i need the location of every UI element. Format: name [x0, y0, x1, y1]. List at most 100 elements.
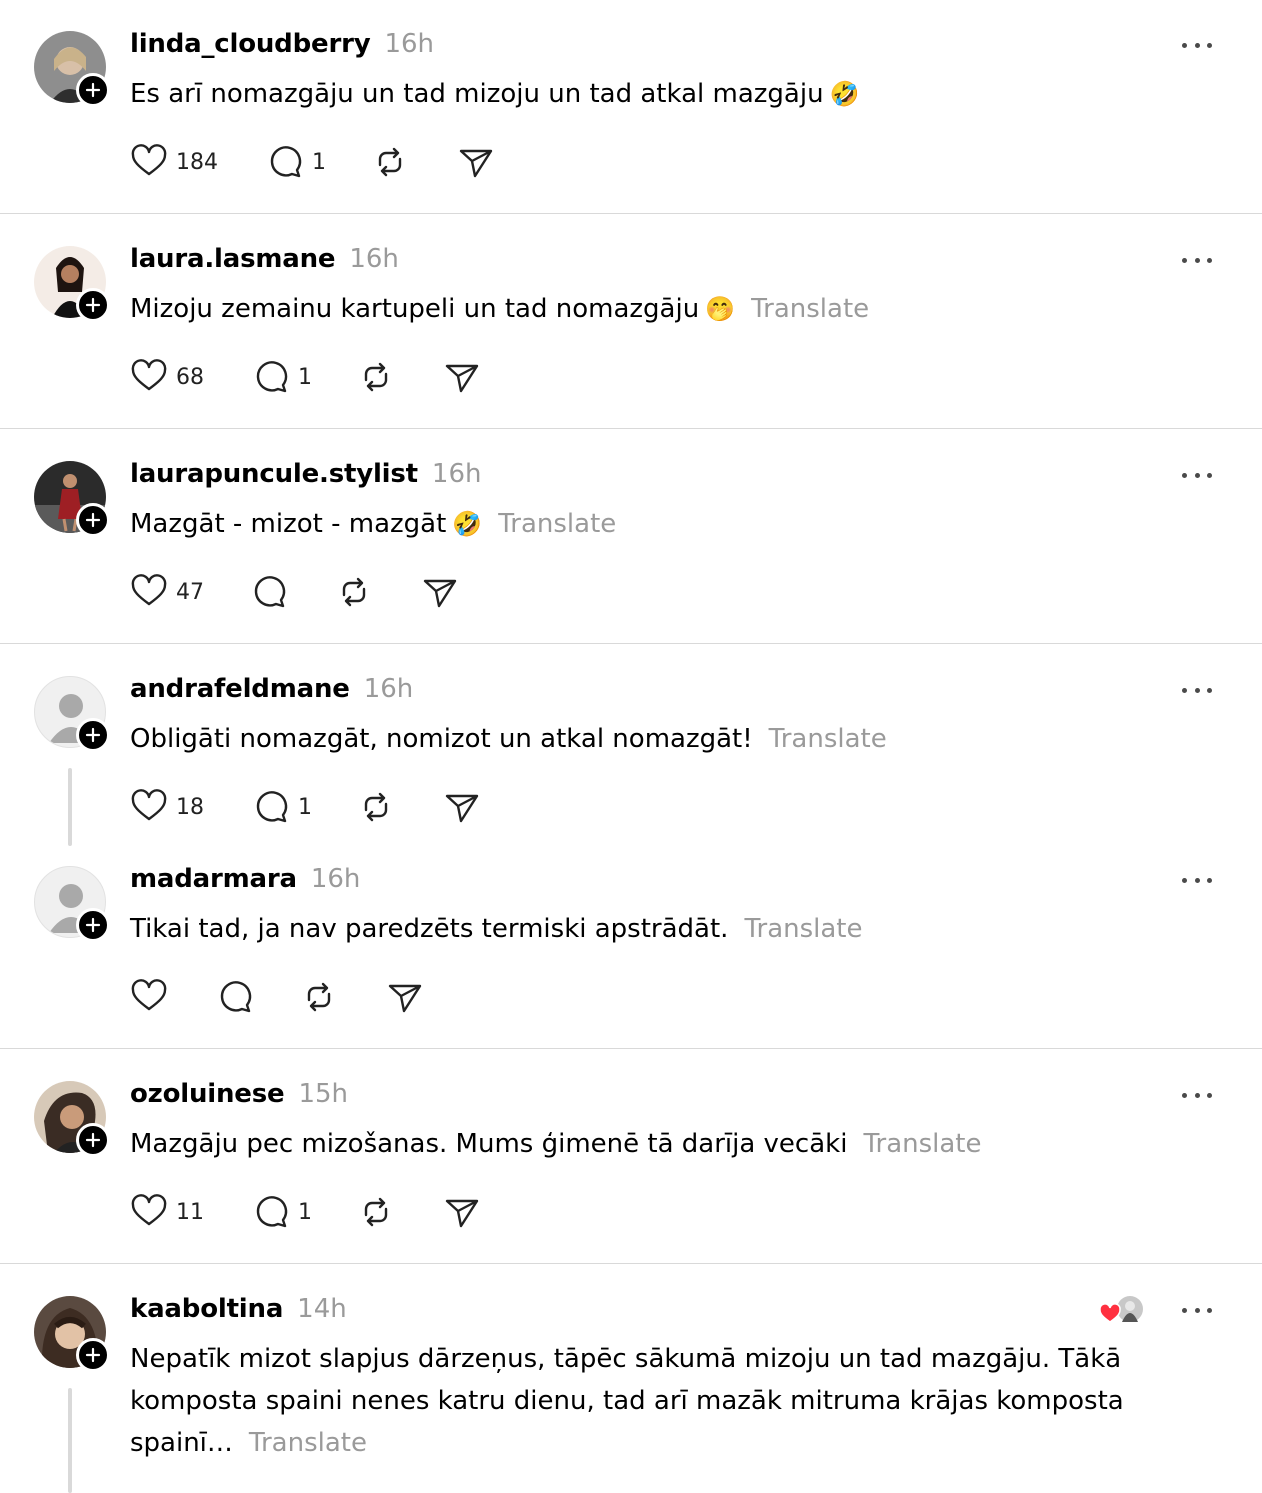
like-button[interactable]: 18: [130, 787, 252, 827]
reply-count: 1: [298, 794, 312, 820]
post-text: Mazgāju pec mizošanas. Mums ģimenē tā da…: [130, 1123, 1140, 1165]
more-dots-icon[interactable]: [1180, 250, 1214, 270]
comment-bubble-icon: [256, 361, 288, 393]
more-dots-icon[interactable]: [1180, 870, 1214, 890]
reply-button[interactable]: 1: [252, 787, 357, 827]
plus-icon: [85, 917, 101, 933]
send-icon: [445, 794, 479, 823]
repost-button[interactable]: [371, 142, 457, 182]
timestamp[interactable]: 16h: [364, 674, 414, 704]
post-text: Mazgāt - mizot - mazgāt 🤣 Translate: [130, 503, 1140, 545]
post-header: madarmara 16h: [130, 864, 360, 898]
post-header: andrafeldmane 16h: [130, 674, 413, 708]
username[interactable]: kaaboltina: [130, 1294, 283, 1324]
username[interactable]: ozoluinese: [130, 1079, 285, 1109]
post-header: kaaboltina 14h: [130, 1294, 347, 1328]
reply-button[interactable]: 1: [266, 142, 371, 182]
reply-button[interactable]: [216, 977, 300, 1017]
like-button[interactable]: 68: [130, 357, 252, 397]
divider: [0, 213, 1262, 214]
action-bar: 68 1: [130, 357, 481, 397]
repost-button[interactable]: [357, 1192, 443, 1232]
heart-icon: [131, 359, 167, 391]
timestamp[interactable]: 16h: [349, 244, 399, 274]
plus-icon: [85, 1132, 101, 1148]
heart-icon: [131, 789, 167, 821]
divider: [0, 643, 1262, 644]
timestamp[interactable]: 16h: [311, 864, 361, 894]
reply-count: 1: [298, 1199, 312, 1225]
like-button[interactable]: [130, 977, 216, 1017]
username[interactable]: laura.lasmane: [130, 244, 336, 274]
like-button[interactable]: 11: [130, 1192, 252, 1232]
share-button[interactable]: [386, 977, 424, 1017]
action-bar: 184 1: [130, 142, 495, 182]
translate-link[interactable]: Translate: [751, 294, 869, 324]
share-button[interactable]: [421, 572, 459, 612]
more-dots-icon[interactable]: [1180, 680, 1214, 700]
follow-button[interactable]: [76, 503, 110, 537]
username[interactable]: linda_cloudberry: [130, 29, 371, 59]
plus-icon: [85, 727, 101, 743]
divider: [0, 1263, 1262, 1264]
username[interactable]: andrafeldmane: [130, 674, 350, 704]
reply-button[interactable]: 1: [252, 357, 357, 397]
divider: [0, 428, 1262, 429]
send-icon: [445, 364, 479, 393]
translate-link[interactable]: Translate: [744, 914, 862, 944]
follow-button[interactable]: [76, 288, 110, 322]
like-button[interactable]: 184: [130, 142, 266, 182]
repost-button[interactable]: [357, 357, 443, 397]
repost-button[interactable]: [357, 787, 443, 827]
post-header: laura.lasmane 16h: [130, 244, 399, 278]
reply-button[interactable]: [250, 572, 335, 612]
heart-icon: [1099, 1303, 1121, 1323]
like-button[interactable]: 47: [130, 572, 250, 612]
follow-button[interactable]: [76, 718, 110, 752]
emoji: 🤣: [829, 80, 860, 108]
follow-button[interactable]: [76, 73, 110, 107]
reply-count: 1: [298, 364, 312, 390]
username[interactable]: madarmara: [130, 864, 297, 894]
follow-button[interactable]: [76, 1338, 110, 1372]
thread-line: [68, 768, 72, 846]
share-button[interactable]: [443, 1192, 481, 1232]
timestamp[interactable]: 16h: [384, 29, 434, 59]
comment-bubble-icon: [270, 146, 302, 178]
share-button[interactable]: [443, 357, 481, 397]
username[interactable]: laurapuncule.stylist: [130, 459, 418, 489]
translate-link[interactable]: Translate: [498, 509, 616, 539]
more-dots-icon[interactable]: [1180, 35, 1214, 55]
repost-button[interactable]: [300, 977, 386, 1017]
more-dots-icon[interactable]: [1180, 1085, 1214, 1105]
post-text: Mizoju zemainu kartupeli un tad nomazgāj…: [130, 288, 1140, 330]
post-body: Mazgāju pec mizošanas. Mums ģimenē tā da…: [130, 1129, 848, 1159]
liked-by-author-badge[interactable]: [1098, 1294, 1146, 1326]
like-count: 47: [176, 579, 204, 605]
heart-icon: [131, 979, 167, 1011]
translate-link[interactable]: Translate: [769, 724, 887, 754]
share-button[interactable]: [443, 787, 481, 827]
heart-icon: [131, 144, 167, 176]
follow-button[interactable]: [76, 1123, 110, 1157]
more-dots-icon[interactable]: [1180, 465, 1214, 485]
timestamp[interactable]: 14h: [297, 1294, 347, 1324]
translate-link[interactable]: Translate: [863, 1129, 981, 1159]
more-dots-icon[interactable]: [1180, 1300, 1214, 1320]
repost-icon: [342, 577, 366, 607]
repost-button[interactable]: [335, 572, 421, 612]
translate-link[interactable]: Translate: [249, 1428, 367, 1458]
post-body: Es arī nomazgāju un tad mizoju un tad at…: [130, 79, 824, 109]
post-text: Nepatīk mizot slapjus dārzeņus, tāpēc sā…: [130, 1338, 1140, 1464]
follow-button[interactable]: [76, 908, 110, 942]
timestamp[interactable]: 16h: [432, 459, 482, 489]
post-text: Es arī nomazgāju un tad mizoju un tad at…: [130, 73, 1140, 115]
post-body: Obligāti nomazgāt, nomizot un atkal noma…: [130, 724, 753, 754]
emoji: 🤭: [705, 295, 736, 323]
send-icon: [388, 984, 422, 1013]
timestamp[interactable]: 15h: [298, 1079, 348, 1109]
share-button[interactable]: [457, 142, 495, 182]
reply-button[interactable]: 1: [252, 1192, 357, 1232]
plus-icon: [85, 512, 101, 528]
post-header: ozoluinese 15h: [130, 1079, 348, 1113]
